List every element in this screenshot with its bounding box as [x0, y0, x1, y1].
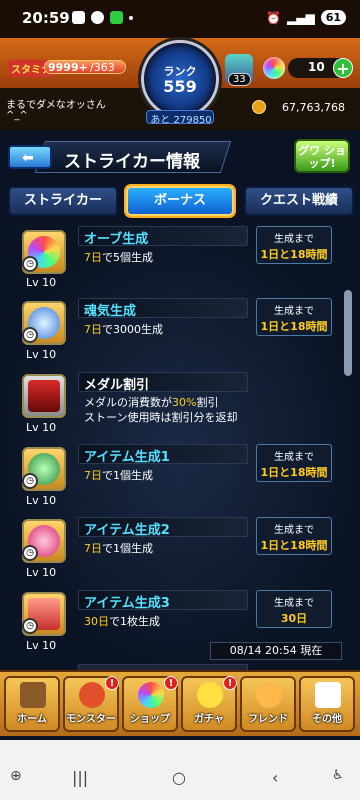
- alert-badge: !: [223, 676, 237, 690]
- skill-desc-2: ストーン使用時は割引分を返却: [84, 411, 238, 424]
- alert-badge: !: [105, 676, 119, 690]
- skill-title: メダル割引: [84, 378, 150, 393]
- skill-desc: メダルの消費数が30%割引: [84, 396, 219, 409]
- gem-count: 33: [228, 73, 251, 86]
- orb-icon: [263, 57, 285, 79]
- rank-value: 559: [163, 77, 197, 96]
- last-updated-timestamp: 08/14 20:54 現在: [210, 642, 342, 660]
- player-comment: ^_^: [6, 110, 28, 121]
- skill-title: アイテム生成1: [84, 450, 170, 465]
- home-circle-icon[interactable]: ○: [172, 768, 186, 787]
- nav-label: ショップ: [130, 714, 170, 725]
- skill-title: オーブ生成: [84, 232, 149, 247]
- tab-bonus[interactable]: ボーナス: [126, 186, 234, 216]
- home-icon: [20, 682, 46, 708]
- nav-label: ガチャ: [194, 714, 224, 725]
- orb-count: 10: [308, 60, 325, 74]
- exp-text: あと 279850: [150, 115, 212, 126]
- skill-desc: 30日で1枚生成: [84, 615, 160, 628]
- skill-level: Lv 10: [26, 566, 57, 579]
- skill-desc: 7日で1個生成: [84, 469, 153, 482]
- skill-desc: 7日で1個生成: [84, 542, 153, 555]
- alert-badge: !: [164, 676, 178, 690]
- skill-level: Lv 10: [26, 494, 57, 507]
- nav-home[interactable]: ホーム: [4, 676, 60, 732]
- coin-count: 67,763,768: [282, 101, 345, 114]
- line-notification-icon: [110, 11, 123, 24]
- nav-gacha[interactable]: ガチャ !: [181, 676, 237, 732]
- rank-badge[interactable]: ランク 559: [141, 40, 219, 118]
- chat-notification-icon: [91, 11, 104, 24]
- friend-icon: [256, 682, 282, 708]
- skill-title: アイテム生成3: [84, 596, 170, 611]
- skill-level: Lv 10: [26, 348, 57, 361]
- coin-icon: [252, 100, 266, 114]
- skill-title: 魂気生成: [84, 304, 137, 319]
- page-title: ストライカー情報: [64, 152, 200, 172]
- gamepad-icon[interactable]: ⊕: [10, 768, 22, 784]
- status-bar: 20:59 ⏰ ▂▄▆ 61: [0, 0, 360, 38]
- clock-icon: ◷: [22, 256, 38, 272]
- generation-timer: 生成まで 1日と18時間: [256, 226, 332, 264]
- exp-bar: あと 279850: [146, 110, 214, 126]
- nav-label: フレンド: [248, 714, 288, 725]
- stamina-max: /363: [90, 61, 115, 74]
- back-button[interactable]: ⬅: [8, 145, 52, 169]
- buy-orb-button[interactable]: +: [333, 58, 353, 78]
- recent-apps-icon[interactable]: |||: [72, 768, 88, 787]
- notification-icons: [72, 11, 133, 24]
- nav-label: モンスター: [66, 714, 116, 725]
- list-scrollbar[interactable]: [344, 290, 352, 376]
- stamina-current: 9999+: [48, 61, 88, 74]
- status-time: 20:59: [22, 9, 70, 27]
- gacha-icon: [197, 682, 223, 708]
- clock-icon: ◷: [22, 618, 38, 634]
- skill-level: Lv 10: [26, 639, 57, 652]
- back-chevron-icon[interactable]: ‹: [272, 768, 278, 787]
- generation-timer: 生成まで 1日と18時間: [256, 444, 332, 482]
- nav-label: ホーム: [17, 714, 47, 725]
- orb-shop-icon: [138, 682, 164, 708]
- back-arrow-icon: ⬅: [22, 150, 34, 166]
- nav-friend[interactable]: フレンド: [240, 676, 296, 732]
- skill-level: Lv 10: [26, 276, 57, 289]
- battery-badge: 61: [320, 10, 346, 25]
- skill-desc: 7日で5個生成: [84, 251, 153, 264]
- app-notification-icon: [72, 11, 85, 24]
- skill-title: アイテム生成2: [84, 523, 170, 538]
- medal-discount-icon: [22, 374, 66, 418]
- nav-label: その他: [312, 714, 342, 725]
- status-right: ⏰ ▂▄▆ 61: [266, 10, 346, 25]
- nav-other[interactable]: その他: [299, 676, 355, 732]
- skill-desc: 7日で3000生成: [84, 323, 163, 336]
- generation-timer: 生成まで 30日: [256, 590, 332, 628]
- clock-icon: ◷: [22, 327, 38, 343]
- nav-monster[interactable]: モンスター !: [63, 676, 119, 732]
- monster-icon: [79, 682, 105, 708]
- player-name: まるでダメなオッさん: [6, 100, 106, 111]
- clock-icon: ◷: [22, 473, 38, 489]
- skill-level: Lv 10: [26, 421, 57, 434]
- tab-striker[interactable]: ストライカー: [8, 186, 118, 216]
- clock-icon: ◷: [22, 545, 38, 561]
- more-dot-icon: [129, 15, 133, 20]
- gwa-shop-button[interactable]: グワ ショップ!: [294, 139, 350, 173]
- tab-quest-record[interactable]: クエスト戦績: [244, 186, 354, 216]
- alarm-icon: ⏰: [266, 10, 281, 25]
- accessibility-icon[interactable]: ♿: [332, 768, 344, 783]
- generation-timer: 生成まで 1日と18時間: [256, 298, 332, 336]
- nav-shop[interactable]: ショップ !: [122, 676, 178, 732]
- generation-timer: 生成まで 1日と18時間: [256, 517, 332, 555]
- signal-icon: ▂▄▆: [287, 10, 315, 25]
- question-icon: [315, 682, 341, 708]
